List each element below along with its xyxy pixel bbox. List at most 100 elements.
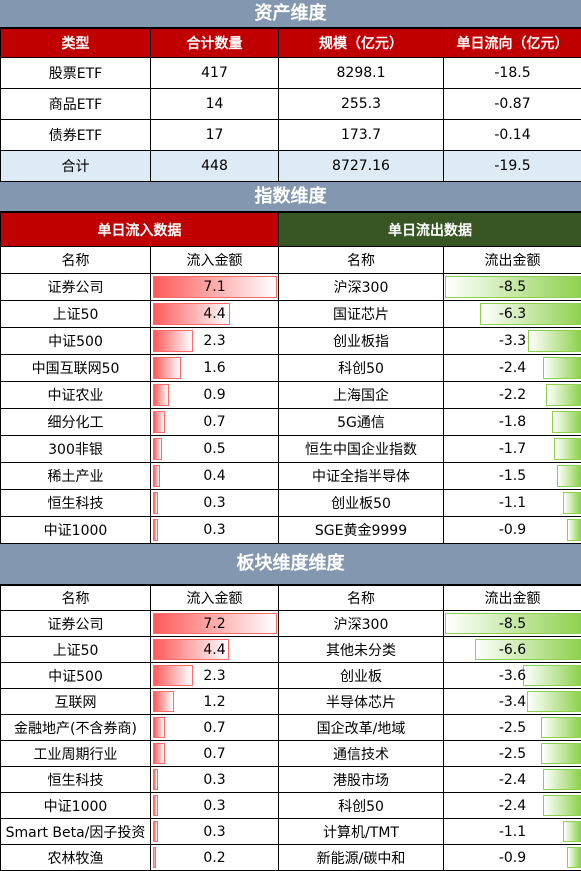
asset-cell: 债券ETF: [1, 120, 151, 151]
outflow-bar: [557, 465, 581, 487]
total-flow: -19.5: [444, 151, 581, 182]
outflow-bar: [543, 795, 581, 816]
outflow-cell: -1.7: [444, 436, 581, 463]
name-cell: 科创50: [279, 793, 444, 819]
name-cell: 沪深300: [279, 274, 444, 301]
header-scale: 规模（亿元）: [279, 29, 444, 58]
value-label: -6.6: [499, 642, 526, 658]
name-cell: 金融地产(不含券商): [1, 715, 151, 741]
name-cell: 恒生中国企业指数: [279, 436, 444, 463]
outflow-cell: -1.8: [444, 409, 581, 436]
asset-cell: 173.7: [279, 120, 444, 151]
name-cell: 创业板50: [279, 490, 444, 517]
outflow-bar: [480, 303, 581, 325]
value-label: 0.3: [203, 522, 225, 538]
value-label: -2.2: [499, 387, 526, 403]
value-label: -1.5: [499, 468, 526, 484]
asset-table: 类型 合计数量 规模（亿元） 单日流向（亿元） 股票ETF4178298.1-1…: [0, 28, 581, 182]
asset-cell: 17: [151, 120, 279, 151]
value-label: 1.2: [203, 694, 225, 710]
name-cell: 国企改革/地域: [279, 715, 444, 741]
col-name: 名称: [279, 247, 444, 274]
name-cell: 创业板: [279, 663, 444, 689]
inflow-cell: 4.4: [151, 637, 279, 663]
value-label: -8.5: [499, 616, 526, 632]
inflow-bar: [153, 465, 160, 487]
value-label: 0.7: [203, 414, 225, 430]
inflow-bar: [153, 743, 165, 764]
table-row: 工业周期行业0.7通信技术-2.5: [1, 741, 581, 767]
outflow-cell: -1.5: [444, 463, 581, 490]
table-row: 上证50 4.4 国证芯片-6.3: [1, 301, 581, 328]
asset-cell: 8298.1: [279, 58, 444, 89]
inflow-cell: 7.1: [151, 274, 279, 301]
name-cell: 中国互联网50: [1, 355, 151, 382]
inflow-cell: 0.3: [151, 517, 279, 544]
value-label: 0.4: [203, 468, 225, 484]
outflow-cell: -3.4: [444, 689, 581, 715]
inflow-bar: [153, 384, 169, 406]
name-cell: 国证芯片: [279, 301, 444, 328]
header-type: 类型: [1, 29, 151, 58]
name-cell: Smart Beta/因子投资: [1, 819, 151, 845]
outflow-cell: -6.6: [444, 637, 581, 663]
value-label: -2.4: [499, 772, 526, 788]
inflow-cell: 2.3: [151, 328, 279, 355]
asset-cell: 255.3: [279, 89, 444, 120]
inflow-bar: [153, 519, 158, 541]
asset-cell: 股票ETF: [1, 58, 151, 89]
outflow-bar: [546, 384, 581, 406]
total-label: 合计: [1, 151, 151, 182]
asset-cell: 商品ETF: [1, 89, 151, 120]
inflow-cell: 0.3: [151, 767, 279, 793]
name-cell: 细分化工: [1, 409, 151, 436]
value-label: -1.8: [499, 414, 526, 430]
inflow-cell: 0.7: [151, 715, 279, 741]
index-title: 指数维度: [0, 182, 581, 212]
inflow-bar: [153, 357, 181, 379]
outflow-section-header: 单日流出数据: [279, 213, 581, 247]
value-label: 7.2: [203, 616, 225, 632]
value-label: -2.4: [499, 360, 526, 376]
value-label: 0.3: [203, 772, 225, 788]
value-label: 0.9: [203, 387, 225, 403]
inflow-bar: [153, 821, 158, 842]
outflow-cell: -8.5: [444, 611, 581, 637]
asset-row: 债券ETF17173.7-0.14: [1, 120, 581, 151]
asset-cell: -18.5: [444, 58, 581, 89]
table-row: 恒生科技0.3港股市场-2.4: [1, 767, 581, 793]
value-label: 0.3: [203, 798, 225, 814]
name-cell: 恒生科技: [1, 490, 151, 517]
name-cell: 证券公司: [1, 274, 151, 301]
outflow-cell: -8.5: [444, 274, 581, 301]
header-flow: 单日流向（亿元）: [444, 29, 581, 58]
outflow-cell: -1.1: [444, 819, 581, 845]
value-label: -1.1: [499, 495, 526, 511]
name-cell: 证券公司: [1, 611, 151, 637]
outflow-cell: -6.3: [444, 301, 581, 328]
col-inflow: 流入金额: [151, 586, 279, 611]
outflow-bar: [543, 357, 581, 379]
inflow-cell: 1.2: [151, 689, 279, 715]
table-row: 中证5002.3创业板指-3.3: [1, 328, 581, 355]
table-row: 300非银0.5恒生中国企业指数-1.7: [1, 436, 581, 463]
name-cell: 上证50: [1, 301, 151, 328]
value-label: 4.4: [203, 306, 225, 322]
inflow-cell: 0.7: [151, 409, 279, 436]
outflow-cell: -3.3: [444, 328, 581, 355]
value-label: 0.5: [203, 441, 225, 457]
outflow-bar: [475, 639, 581, 660]
inflow-section-header: 单日流入数据: [1, 213, 279, 247]
outflow-bar: [541, 717, 581, 738]
col-name: 名称: [279, 586, 444, 611]
name-cell: 稀土产业: [1, 463, 151, 490]
asset-row: 股票ETF4178298.1-18.5: [1, 58, 581, 89]
outflow-bar: [552, 411, 581, 433]
inflow-cell: 0.7: [151, 741, 279, 767]
value-label: -0.9: [499, 522, 526, 538]
value-label: -2.4: [499, 798, 526, 814]
value-label: 0.3: [203, 495, 225, 511]
value-label: 2.3: [203, 333, 225, 349]
value-label: -3.6: [499, 668, 526, 684]
inflow-bar: [153, 411, 165, 433]
